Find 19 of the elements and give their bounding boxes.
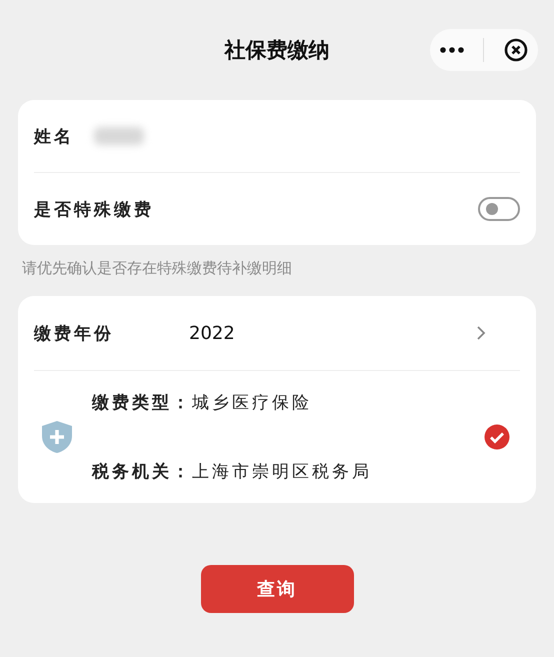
office-label: 税务机关： <box>92 461 192 483</box>
name-label: 姓名 <box>34 126 74 148</box>
special-payment-label: 是否特殊缴费 <box>34 198 154 220</box>
year-label: 缴费年份 <box>34 322 115 344</box>
hint-text: 请优先确认是否存在特殊缴费待补缴明细 <box>21 258 293 279</box>
shield-plus-icon <box>40 420 74 454</box>
insurance-option[interactable]: 缴费类型：城乡医疗保险 税务机关：上海市崇明区税务局 <box>34 371 520 503</box>
office-value: 上海市崇明区税务局 <box>192 461 372 483</box>
toggle-switch[interactable] <box>478 197 520 221</box>
check-icon <box>484 424 510 450</box>
chevron-right-icon[interactable] <box>476 325 486 341</box>
type-value: 城乡医疗保险 <box>192 392 312 414</box>
year-value: 2022 <box>189 322 236 344</box>
more-icon[interactable] <box>440 47 464 53</box>
query-button[interactable]: 查询 <box>200 565 354 613</box>
page-title: 社保费缴纳 <box>224 37 330 64</box>
type-label: 缴费类型： <box>92 392 192 414</box>
close-icon[interactable] <box>504 38 528 62</box>
blurred-name <box>94 127 144 145</box>
